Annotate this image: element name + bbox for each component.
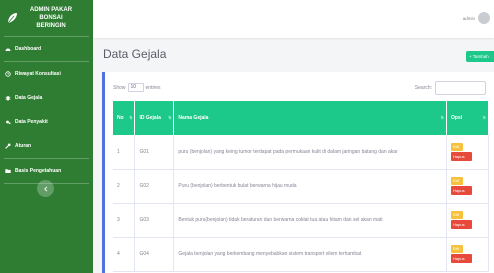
cell-no: 4 [113, 237, 136, 271]
brand-line: BERINGIN [36, 23, 66, 29]
edit-button[interactable]: Edit [451, 177, 463, 185]
sidebar-item-label: Riwayat Konsultasi [15, 71, 61, 77]
cell-opsi: Edit Hapus [446, 237, 489, 271]
cell-id: G02 [134, 169, 175, 203]
table-search: Search: [415, 81, 486, 95]
sidebar-item-data-gejala[interactable]: Data Gejala [0, 86, 93, 110]
sidebar-item-label: Basis Pengetahuan [15, 168, 62, 174]
cell-id: G03 [134, 203, 175, 237]
user-name: admin [462, 15, 475, 21]
leaf-icon [7, 13, 17, 24]
brand-title: ADMIN PAKAR BONSAI BERINGIN [24, 6, 78, 30]
datatable-controls: Show 10 entries Search: [113, 80, 486, 96]
sidebar-item-aturan[interactable]: Aturan [0, 134, 93, 158]
sidebar-item-data-penyakit[interactable]: Data Penyakit [0, 110, 93, 134]
cell-no: 1 [113, 135, 136, 169]
sidebar-item-label: Aturan [15, 143, 32, 149]
sidebar-item-label: Data Penyakit [15, 119, 48, 125]
sort-icon: ⇅ [168, 115, 172, 120]
cell-nama: puru (benjolan) yang keing tumor terdapa… [173, 135, 447, 169]
show-label: Show [113, 84, 126, 91]
column-label: ID Gejala [139, 115, 161, 121]
table-row: 2 G02 Puru (benjolan) berbentuk bulat be… [113, 169, 489, 203]
brand-line: ADMIN PAKAR [29, 7, 73, 13]
delete-button[interactable]: Hapus [451, 220, 472, 229]
cell-nama: Gejala benjolan yang berkembang menyebab… [173, 237, 447, 271]
data-card: Show 10 entries Search: No ⇅ ID Gejala ⇅ N… [102, 72, 494, 273]
search-label: Search: [414, 85, 432, 91]
edit-button[interactable]: Edit [451, 142, 463, 151]
cell-id: G01 [134, 135, 175, 169]
sidebar-item-riwayat-konsultasi[interactable]: Riwayat Konsultasi [0, 62, 93, 86]
cell-opsi: Edit Hapus [446, 203, 489, 237]
sidebar: ADMIN PAKAR BONSAI BERINGIN Dashboard Ri… [0, 0, 93, 273]
cell-id: G04 [134, 237, 175, 271]
table-header-row: No ⇅ ID Gejala ⇅ Nama Gejala ⇅ Opsi ⇅ [113, 101, 489, 135]
table-row: 1 G01 puru (benjolan) yang keing tumor t… [113, 135, 489, 169]
delete-button[interactable]: Hapus [451, 151, 472, 161]
column-header-no[interactable]: No ⇅ [113, 101, 136, 135]
cell-nama: Puru (benjolan) berbentuk bulat berwarna… [173, 169, 447, 203]
entries-label: entries [145, 84, 161, 91]
history-icon [5, 71, 11, 77]
page-title: Data Gejala [103, 47, 167, 61]
sidebar-item-label: Data Gejala [15, 95, 43, 101]
cell-no: 3 [113, 203, 136, 237]
sidebar-toggle-button[interactable] [37, 180, 54, 197]
sort-icon: ⇅ [129, 115, 133, 120]
cell-opsi: Edit Hapus [446, 169, 489, 203]
tachometer-icon [5, 48, 11, 51]
column-label: Opsi [451, 115, 463, 121]
sidebar-item-label: Dashboard [15, 46, 42, 52]
avatar [478, 12, 490, 24]
delete-button[interactable]: Hapus [451, 186, 472, 195]
gejala-table: No ⇅ ID Gejala ⇅ Nama Gejala ⇅ Opsi ⇅ 1 G01 … [113, 101, 489, 272]
cell-opsi: Edit Hapus [446, 135, 489, 169]
table-row: 4 G04 Gejala benjolan yang berkembang me… [113, 237, 489, 271]
sort-icon: ⇅ [440, 115, 444, 120]
column-header-opsi[interactable]: Opsi ⇅ [446, 101, 489, 135]
cell-nama: Bentuk puru(benjolan) tidak beraturan da… [173, 203, 447, 237]
cell-no: 2 [113, 169, 136, 203]
delete-button[interactable]: Hapus [451, 254, 472, 263]
chevron-left-icon [43, 185, 47, 192]
bug-icon [5, 96, 11, 101]
entries-select[interactable]: 10 [127, 83, 144, 92]
sidebar-brand[interactable]: ADMIN PAKAR BONSAI BERINGIN [0, 0, 93, 36]
topbar: admin [93, 0, 494, 38]
virus-icon [6, 120, 11, 125]
search-input[interactable] [435, 81, 486, 95]
sidebar-item-dashboard[interactable]: Dashboard [0, 37, 93, 61]
column-label: Nama Gejala [178, 115, 209, 121]
brand-line: BONSAI [39, 15, 63, 21]
wrench-icon [5, 143, 11, 149]
edit-button[interactable]: Edit [451, 211, 463, 219]
add-gejala-button[interactable]: + Tambah [466, 51, 494, 62]
column-label: No [117, 115, 124, 121]
table-row: 3 G03 Bentuk puru(benjolan) tidak beratu… [113, 203, 489, 237]
sort-icon: ⇅ [482, 115, 486, 120]
edit-button[interactable]: Edit [451, 245, 463, 253]
user-dropdown[interactable]: admin [463, 12, 490, 24]
folder-icon [5, 169, 11, 173]
entries-length: Show 10 entries [113, 83, 161, 92]
column-header-id-gejala[interactable]: ID Gejala ⇅ [134, 101, 175, 135]
column-header-nama-gejala[interactable]: Nama Gejala ⇅ [173, 101, 447, 135]
